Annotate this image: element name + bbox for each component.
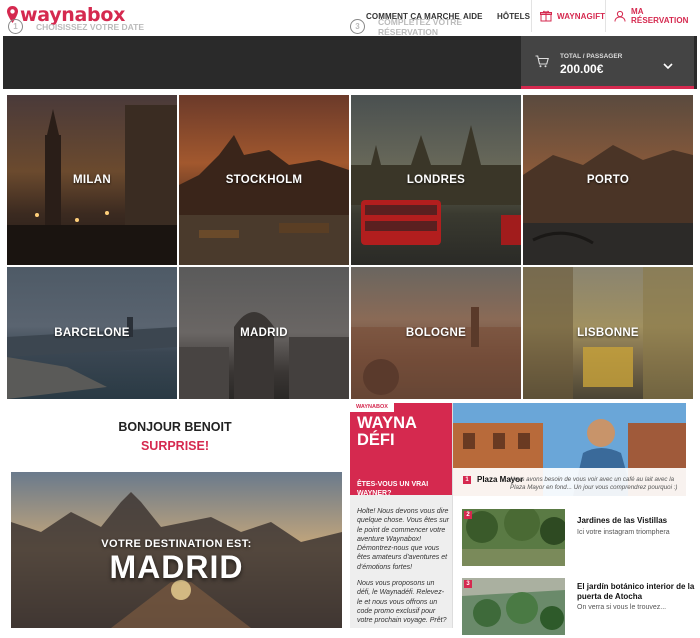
destination-name: MILAN <box>73 174 111 186</box>
greeting: BONJOUR BENOIT <box>118 420 232 434</box>
gift-icon <box>540 10 552 22</box>
destination-tile-madrid[interactable]: MADRID <box>179 267 349 399</box>
step-eliminate-destinations[interactable]: 2 ÉLIMINEZ LES DESTINATIONS <box>179 0 331 53</box>
destination-name: BOLOGNE <box>405 327 467 339</box>
total-amount: 200.00€ <box>560 62 604 76</box>
cart-icon <box>535 55 549 68</box>
destination-result-banner: VOTRE DESTINATION EST: MADRID <box>11 472 342 628</box>
destination-name: BARCELONE <box>54 327 130 339</box>
result-city: MADRID <box>109 549 244 585</box>
place-description: On verra si vous le trouvez... <box>577 604 667 611</box>
place-number-badge: 1 <box>463 476 471 484</box>
destination-name: LONDRES <box>406 174 466 186</box>
destination-tile-barcelona[interactable]: BARCELONE <box>7 267 177 399</box>
destination-tile-lisbon[interactable]: LISBONNE <box>523 267 693 399</box>
step-number: 1 <box>8 19 23 34</box>
welcome-block: BONJOUR BENOIT SURPRISE! <box>80 420 270 453</box>
defi-title-line2: DÉFI <box>357 431 395 449</box>
destination-grid: MILAN STOCKHOLM LONDRES PORTO BARCELONE … <box>7 95 693 399</box>
chevron-down-icon[interactable] <box>663 63 673 70</box>
place-card-featured[interactable]: 1 Plaza Mayor Nous avons besoin de vous … <box>453 403 686 496</box>
step-label: CHOISISSEZ VOTRE DATE <box>36 21 144 32</box>
place-name: El jardín botánico interior de la puerta… <box>577 582 695 601</box>
destination-tile-porto[interactable]: PORTO <box>523 95 693 265</box>
step-complete-booking[interactable]: 3 COMPLÉTEZ VOTRE RÉSERVATION <box>350 0 500 53</box>
surprise-text: SURPRISE! <box>140 439 210 453</box>
step-label: COMPLÉTEZ VOTRE RÉSERVATION <box>378 16 463 37</box>
nav-my-booking[interactable]: MA RÉSERVATION <box>605 0 700 32</box>
place-number-badge: 3 <box>464 580 472 588</box>
defi-question: ÊTES-VOUS UN VRAI WAYNER? <box>357 481 429 497</box>
defi-title: WAYNA DÉFI <box>357 415 417 449</box>
place-card[interactable]: 2 Jardines de las Vistillas Ici votre in… <box>462 509 694 569</box>
step-number: 2 <box>179 19 194 34</box>
defi-header: WAYNABOX WAYNA DÉFI ÊTES-VOUS UN VRAI WA… <box>350 403 452 497</box>
destination-tile-bologna[interactable]: BOLOGNE <box>351 267 521 399</box>
destination-name: LISBONNE <box>577 327 639 339</box>
column-divider <box>452 403 453 628</box>
nav-waynagift-label: WAYNAGIFT <box>557 11 606 21</box>
total-per-passenger[interactable]: TOTAL / PASSAGER 200.00€ <box>521 36 694 89</box>
destination-name: PORTO <box>586 174 630 186</box>
place-description: Ici votre instagram triomphera <box>577 529 670 536</box>
defi-brand: WAYNABOX <box>350 403 394 412</box>
user-icon <box>614 10 626 22</box>
place-thumbnail <box>462 578 565 635</box>
place-number-badge: 2 <box>464 511 472 519</box>
defi-challenge-text: Nous vous proposons un défi, le Waynadéf… <box>357 580 447 625</box>
nav-waynagift[interactable]: WAYNAGIFT <box>531 0 606 32</box>
destination-name: MADRID <box>240 327 288 339</box>
defi-title-line1: WAYNA <box>357 414 417 432</box>
destination-name: STOCKHOLM <box>225 174 303 186</box>
wayna-defi-panel: WAYNABOX WAYNA DÉFI ÊTES-VOUS UN VRAI WA… <box>350 403 452 628</box>
total-accent-underline <box>521 86 694 89</box>
nav-my-booking-label: MA RÉSERVATION <box>631 7 689 25</box>
step-label: ÉLIMINEZ LES DESTINATIONS <box>207 21 331 32</box>
place-thumbnail <box>462 509 565 566</box>
place-card[interactable]: 3 El jardín botánico interior de la puer… <box>462 578 694 635</box>
destination-tile-london[interactable]: LONDRES <box>351 95 521 265</box>
place-name: Jardines de las Vistillas <box>577 516 668 525</box>
place-description: Nous avons besoin de vous voir avec un c… <box>510 476 678 491</box>
step-choose-date[interactable]: 1 CHOISISSEZ VOTRE DATE <box>8 0 144 53</box>
defi-intro-text: Holte! Nous devons vous dire quelque cho… <box>357 508 449 571</box>
destination-tile-milan[interactable]: MILAN <box>7 95 177 265</box>
destination-tile-stockholm[interactable]: STOCKHOLM <box>179 95 349 265</box>
nav-hotels[interactable]: HÔTELS <box>497 0 530 32</box>
step-number: 3 <box>350 19 365 34</box>
total-label: TOTAL / PASSAGER <box>560 53 623 60</box>
